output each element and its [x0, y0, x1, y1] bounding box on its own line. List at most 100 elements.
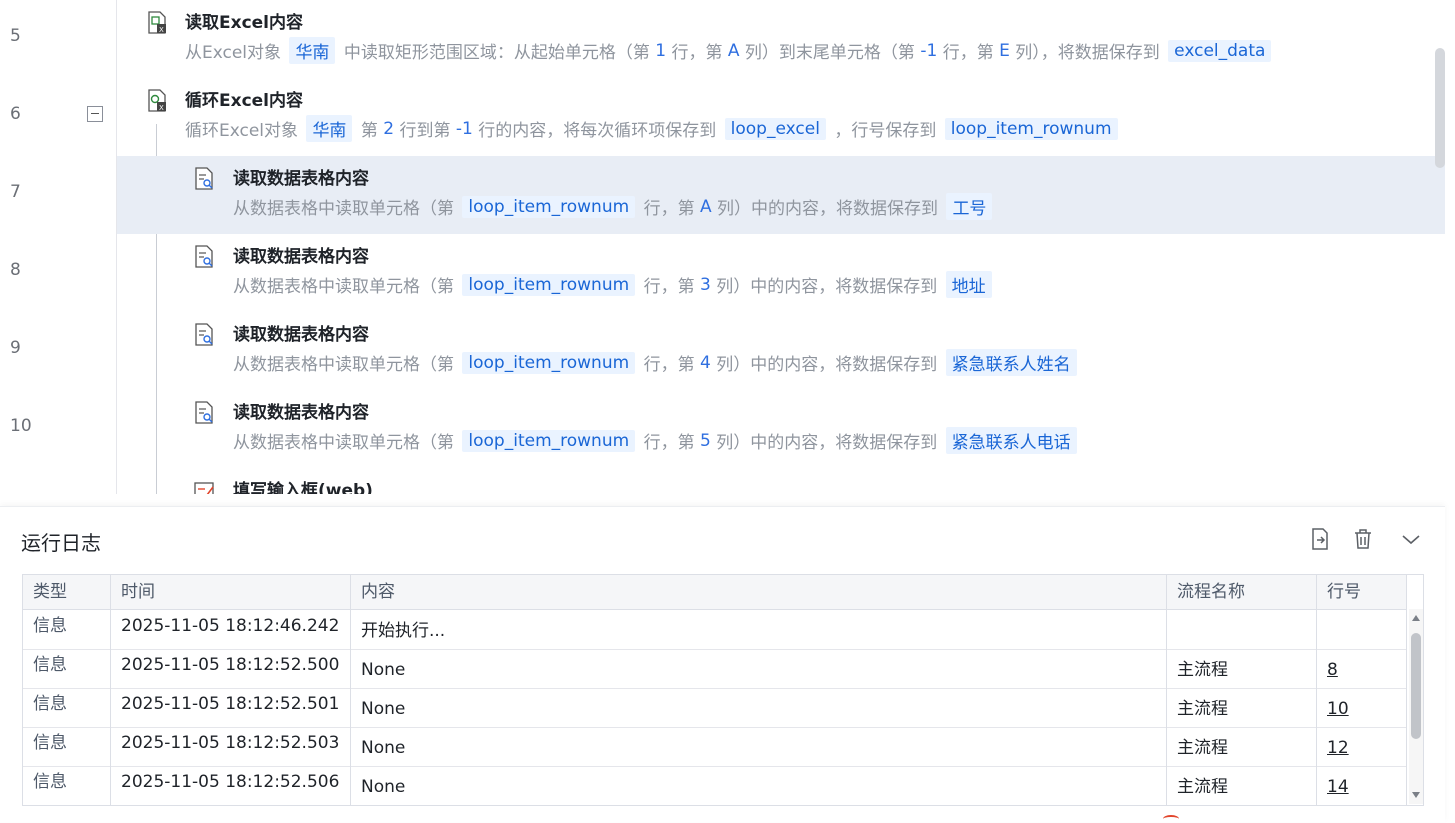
variable-chip[interactable]: loop_item_rownum	[944, 117, 1118, 140]
step-read-table-cell[interactable]: 读取数据表格内容 从数据表格中读取单元格（第 loop_item_rownum …	[117, 156, 1445, 234]
cell-time: 2025-11-05 18:12:52.500	[111, 649, 351, 688]
description-text: 从数据表格中读取单元格（第	[233, 355, 460, 375]
table-row[interactable]: 信息 2025-11-05 18:12:52.501 None 主流程 10	[23, 688, 1407, 728]
variable-chip[interactable]: 华南	[306, 115, 353, 142]
excel-loop-icon: X	[148, 89, 166, 112]
scroll-up-icon[interactable]	[1412, 615, 1420, 621]
description-text: 循环Excel对象	[185, 121, 304, 141]
col-header-time[interactable]: 时间	[111, 575, 351, 609]
step-read-table-cell[interactable]: 读取数据表格内容 从数据表格中读取单元格（第 loop_item_rownum …	[117, 390, 1445, 468]
table-row[interactable]: 信息 2025-11-05 18:12:52.506 None 主流程 14	[23, 766, 1407, 805]
description-text: 行的内容，将每次循环项保存到	[472, 121, 722, 141]
description-text: 行，第	[638, 199, 700, 219]
line-number: 6	[10, 104, 21, 124]
step-description: 从数据表格中读取单元格（第 loop_item_rownum 行，第 3 列）中…	[233, 271, 995, 298]
parameter-value[interactable]: 1	[655, 41, 666, 61]
step-title: 循环Excel内容	[185, 91, 304, 111]
parameter-value[interactable]: 3	[700, 275, 711, 295]
line-number: 10	[10, 416, 32, 436]
parameter-value[interactable]: -1	[456, 119, 473, 139]
step-read-table-cell[interactable]: 读取数据表格内容 从数据表格中读取单元格（第 loop_item_rownum …	[117, 234, 1445, 312]
col-header-type[interactable]: 类型	[23, 575, 111, 609]
cell-time: 2025-11-05 18:12:46.242	[111, 610, 351, 649]
cell-type: 信息	[23, 766, 111, 805]
variable-chip[interactable]: 华南	[289, 37, 336, 64]
col-header-flow[interactable]: 流程名称	[1167, 575, 1317, 609]
variable-chip[interactable]: loop_item_rownum	[462, 273, 636, 296]
description-text: 列）到末尾单元格（第	[739, 43, 921, 63]
variable-chip[interactable]: loop_item_rownum	[462, 351, 636, 374]
step-fill-web-input[interactable]: 填写输入框(web)	[117, 468, 1445, 494]
run-log-panel: 运行日志 类型 时间 内容 流程名称 行号 信息 2025-11-05 18:1…	[0, 506, 1445, 822]
line-number: 5	[10, 26, 21, 46]
scroll-thumb[interactable]	[1411, 633, 1421, 739]
variable-chip[interactable]: loop_item_rownum	[462, 195, 636, 218]
cell-content: None	[351, 649, 1167, 688]
svg-text:X: X	[159, 26, 164, 34]
parameter-value[interactable]: 5	[700, 431, 711, 451]
line-number: 8	[10, 260, 21, 280]
clear-log-icon[interactable]	[1351, 527, 1375, 551]
description-text: 从数据表格中读取单元格（第	[233, 277, 460, 297]
cell-type: 信息	[23, 727, 111, 766]
collapse-toggle-icon[interactable]	[87, 106, 103, 122]
line-number: 9	[10, 338, 21, 358]
step-read-table-cell[interactable]: 读取数据表格内容 从数据表格中读取单元格（第 loop_item_rownum …	[117, 312, 1445, 390]
collapse-panel-icon[interactable]	[1399, 527, 1423, 551]
table-row[interactable]: 信息 2025-11-05 18:12:52.503 None 主流程 12	[23, 727, 1407, 767]
log-table-header: 类型 时间 内容 流程名称 行号	[23, 575, 1407, 610]
cell-line-link[interactable]: 8	[1317, 649, 1407, 688]
variable-chip[interactable]: 地址	[945, 271, 992, 298]
description-text: 列）中的内容，将数据保存到	[711, 199, 944, 219]
cell-content: None	[351, 727, 1167, 766]
variable-chip[interactable]: loop_item_rownum	[462, 429, 636, 452]
description-text: 行，第	[666, 43, 728, 63]
description-text: 行，第	[638, 433, 700, 453]
table-row[interactable]: 信息 2025-11-05 18:12:52.500 None 主流程 8	[23, 649, 1407, 689]
excel-read-icon: X	[148, 11, 166, 34]
log-scrollbar[interactable]	[1409, 609, 1423, 804]
step-description: 从数据表格中读取单元格（第 loop_item_rownum 行，第 5 列）中…	[233, 427, 1080, 454]
cell-line-link[interactable]	[1317, 610, 1407, 649]
line-gutter: 5 6 7 8 9 10	[0, 0, 117, 494]
parameter-value[interactable]: 4	[700, 353, 711, 373]
cell-flow-name	[1167, 610, 1317, 649]
description-text: 列），将数据保存到	[1009, 43, 1166, 63]
col-header-content[interactable]: 内容	[351, 575, 1167, 609]
cell-type: 信息	[23, 649, 111, 688]
flow-editor: 5 6 7 8 9 10 X 读取Excel内容 从Excel对象 华南 中读取…	[0, 0, 1445, 494]
decorative-mark	[1163, 815, 1179, 823]
step-loop-excel[interactable]: X 循环Excel内容 循环Excel对象 华南 第 2 行到第 -1 行的内容…	[117, 78, 1445, 156]
parameter-value[interactable]: 2	[383, 119, 394, 139]
variable-chip[interactable]: excel_data	[1168, 39, 1272, 62]
cell-time: 2025-11-05 18:12:52.506	[111, 766, 351, 805]
parameter-value[interactable]: E	[999, 41, 1010, 61]
log-table: 类型 时间 内容 流程名称 行号 信息 2025-11-05 18:12:46.…	[22, 574, 1424, 806]
col-header-line[interactable]: 行号	[1317, 575, 1407, 609]
variable-chip[interactable]: loop_excel	[724, 117, 826, 140]
table-row[interactable]: 信息 2025-11-05 18:12:46.242 开始执行...	[23, 610, 1407, 650]
description-text: 从Excel对象	[185, 43, 287, 63]
description-text: 第	[355, 121, 384, 141]
variable-chip[interactable]: 紧急联系人姓名	[945, 349, 1077, 376]
parameter-value[interactable]: -1	[920, 41, 937, 61]
description-text: 行，第	[638, 277, 700, 297]
variable-chip[interactable]: 工号	[946, 193, 993, 220]
cell-flow-name: 主流程	[1167, 688, 1317, 727]
step-read-excel[interactable]: X 读取Excel内容 从Excel对象 华南 中读取矩形范围区域：从起始单元格…	[117, 0, 1445, 78]
cell-flow-name: 主流程	[1167, 766, 1317, 805]
cell-line-link[interactable]: 12	[1317, 727, 1407, 766]
table-read-icon	[195, 401, 213, 424]
export-log-icon[interactable]	[1308, 527, 1332, 551]
table-read-icon	[195, 323, 213, 346]
parameter-value[interactable]: A	[728, 41, 740, 61]
scroll-down-icon[interactable]	[1412, 792, 1420, 798]
editor-scrollbar[interactable]	[1435, 48, 1445, 168]
svg-text:X: X	[159, 104, 164, 112]
table-read-icon	[195, 245, 213, 268]
cell-line-link[interactable]: 10	[1317, 688, 1407, 727]
variable-chip[interactable]: 紧急联系人电话	[945, 427, 1077, 454]
cell-line-link[interactable]: 14	[1317, 766, 1407, 805]
parameter-value[interactable]: A	[700, 197, 712, 217]
step-description: 从数据表格中读取单元格（第 loop_item_rownum 行，第 A 列）中…	[233, 193, 995, 220]
